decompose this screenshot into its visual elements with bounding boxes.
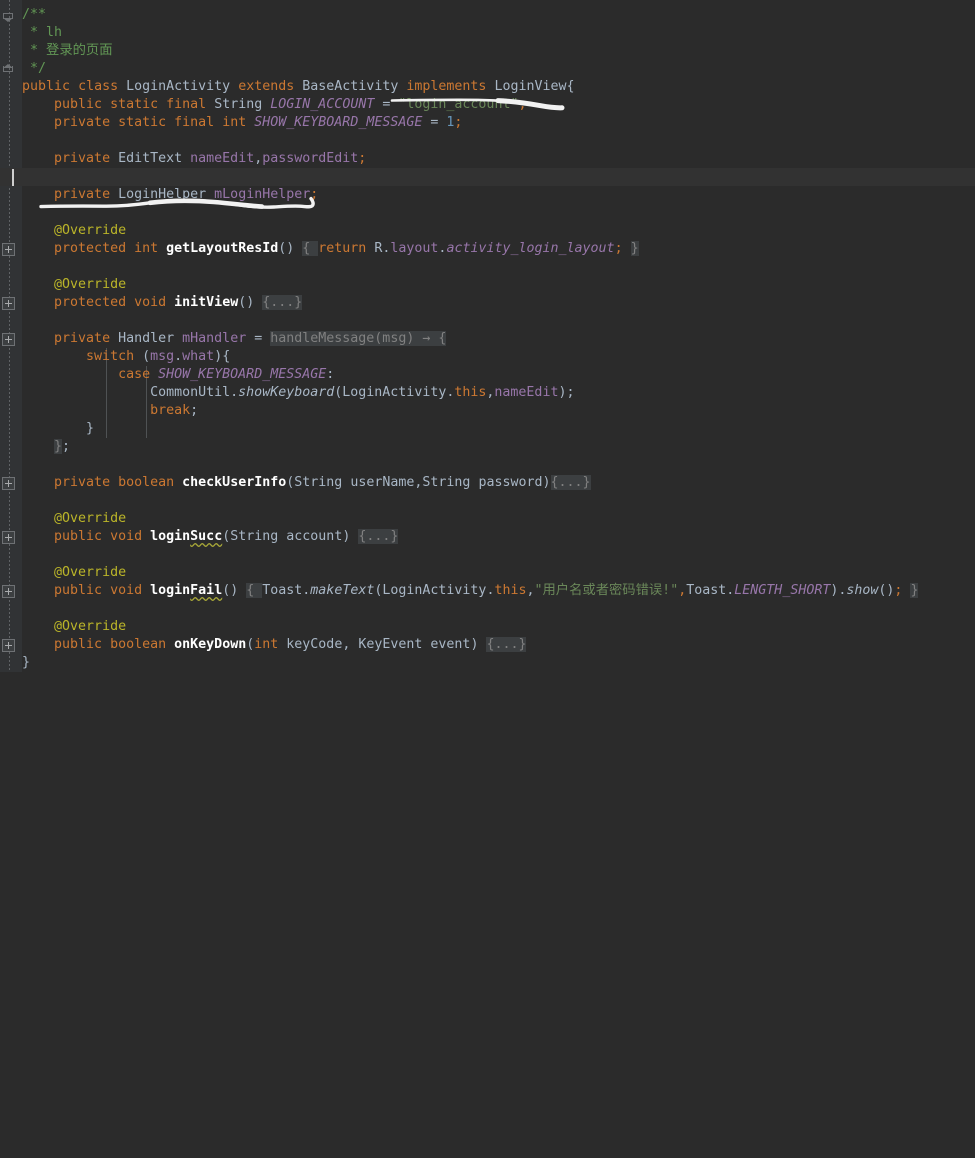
code-line-33[interactable]: public void loginFail() { Toast.makeText… [22,582,919,600]
code-line-37[interactable]: } [22,654,30,672]
fold-expand-marker-line-36[interactable] [2,639,15,652]
javadoc-chinese-title: 登录的页面 [46,43,113,58]
folded-body-placeholder[interactable]: {...} [486,637,527,652]
code-line-22[interactable]: CommonUtil.showKeyboard(LoginActivity.th… [22,384,574,402]
code-line-26[interactable] [22,456,30,474]
code-editor[interactable]: /** * lh * 登录的页面 */ public class LoginAc… [0,0,975,672]
code-line-29[interactable]: @Override [22,510,126,528]
code-line-27[interactable]: private boolean checkUserInfo(String use… [22,474,591,492]
code-line-6[interactable]: public static final String LOGIN_ACCOUNT… [22,96,526,114]
code-line-3[interactable]: * 登录的页面 [22,42,113,60]
code-line-19[interactable]: private Handler mHandler = handleMessage… [22,330,447,348]
code-content[interactable]: /** * lh * 登录的页面 */ public class LoginAc… [22,0,975,672]
fold-end-marker-line-4[interactable] [2,63,15,76]
code-line-34[interactable] [22,600,30,618]
code-line-28[interactable] [22,492,30,510]
code-line-36[interactable]: public boolean onKeyDown(int keyCode, Ke… [22,636,527,654]
code-line-4[interactable]: */ [22,60,46,78]
code-line-5[interactable]: public class LoginActivity extends BaseA… [22,78,575,96]
folded-body-placeholder[interactable]: {...} [262,295,303,310]
code-line-31[interactable] [22,546,30,564]
code-line-1[interactable]: /** [22,6,46,24]
editor-gutter[interactable] [0,0,22,672]
code-line-14[interactable]: protected int getLayoutResId() { return … [22,240,639,258]
fold-collapse-marker-line-1[interactable] [2,11,15,24]
fold-expand-marker-line-19[interactable] [2,333,15,346]
code-line-18[interactable] [22,312,30,330]
fold-expand-marker-line-33[interactable] [2,585,15,598]
folded-body-placeholder[interactable]: {...} [550,475,591,490]
code-line-21[interactable]: case SHOW_KEYBOARD_MESSAGE: [22,366,334,384]
code-line-17[interactable]: protected void initView() {...} [22,294,303,312]
code-line-23[interactable]: break; [22,402,198,420]
code-line-8[interactable] [22,132,30,150]
code-line-32[interactable]: @Override [22,564,126,582]
code-line-20[interactable]: switch (msg.what){ [22,348,230,366]
fold-expand-marker-line-27[interactable] [2,477,15,490]
code-line-13[interactable]: @Override [22,222,126,240]
code-line-2[interactable]: * lh [22,24,62,42]
code-line-12[interactable] [22,204,30,222]
code-line-10[interactable] [22,168,30,186]
code-line-35[interactable]: @Override [22,618,126,636]
code-line-9[interactable]: private EditText nameEdit,passwordEdit; [22,150,366,168]
text-caret [12,169,14,186]
folded-body-placeholder[interactable]: {...} [358,529,399,544]
code-line-7[interactable]: private static final int SHOW_KEYBOARD_M… [22,114,462,132]
code-line-16[interactable]: @Override [22,276,126,294]
code-line-25[interactable]: }; [22,438,70,456]
fold-expand-marker-line-14[interactable] [2,243,15,256]
toast-chinese-message: 用户名或者密码错误! [542,583,671,598]
code-line-30[interactable]: public void loginSucc(String account) {.… [22,528,399,546]
code-line-24[interactable]: } [22,420,94,438]
code-line-15[interactable] [22,258,30,276]
code-line-11[interactable]: private LoginHelper mLoginHelper; [22,186,318,204]
fold-expand-marker-line-17[interactable] [2,297,15,310]
fold-expand-marker-line-30[interactable] [2,531,15,544]
